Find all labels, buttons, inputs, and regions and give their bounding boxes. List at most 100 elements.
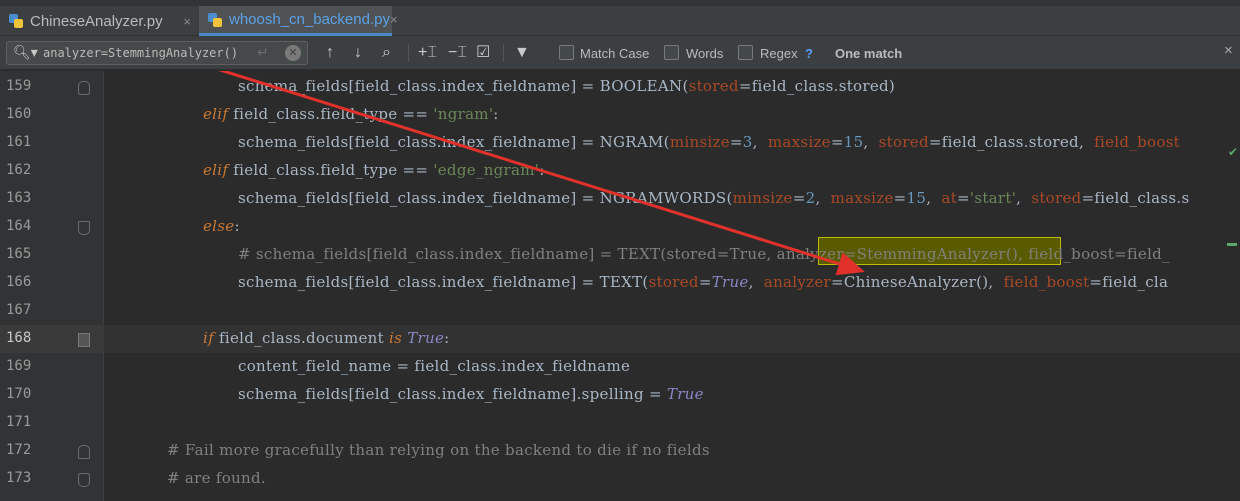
code-line[interactable]: 164 else: [0,213,1240,241]
code-line[interactable]: 160 elif field_class.field_type == 'ngram… [0,101,1240,129]
remove-occurrence-icon[interactable]: −⌶ [448,43,467,63]
line-number-area[interactable]: 166 [0,269,104,297]
code-token: schema_fields[field_class.index_fieldnam… [238,133,670,151]
code-text[interactable]: elif field_class.field_type == 'ngram': [203,105,499,123]
line-number-area[interactable]: 167 [0,297,104,325]
code-line[interactable]: 162 elif field_class.field_type == 'edge_… [0,157,1240,185]
code-token: =field_class.stored) [738,77,896,95]
line-number-area[interactable]: 161 [0,129,104,157]
code-token: maxsize [830,189,894,207]
match-case-checkbox[interactable] [559,45,574,60]
filter-icon[interactable]: ▼ [514,43,530,63]
code-line[interactable]: 163 schema_fields[field_class.index_field… [0,185,1240,213]
line-number: 159 [6,78,32,94]
tab-close-icon[interactable]: × [183,14,191,29]
code-token: # Fail more gracefully than relying on t… [167,441,710,459]
code-editor[interactable]: 159 schema_fields[field_class.index_field… [0,71,1240,501]
fold-marker-icon[interactable] [78,221,90,235]
code-line[interactable]: 168 if field_class.document is True: [0,325,1240,353]
code-text[interactable]: # schema_fields[field_class.index_fieldn… [238,245,1170,263]
arrow-up-icon[interactable]: ↑ [326,43,334,63]
code-line[interactable]: 159 schema_fields[field_class.index_field… [0,73,1240,101]
line-number-area[interactable]: 172 [0,437,104,465]
regex-checkbox[interactable] [738,45,753,60]
code-token: else [203,217,235,235]
code-token: field_boost [1094,133,1180,151]
tab-close-icon[interactable]: × [390,12,398,27]
code-line[interactable]: 171 [0,409,1240,437]
code-token: : [234,217,240,235]
fold-marker-icon[interactable] [78,473,90,487]
code-line[interactable]: 169 content_field_name = field_class.inde… [0,353,1240,381]
code-token: , [926,189,942,207]
line-number-area[interactable]: 159 [0,73,104,101]
arrow-down-icon[interactable]: ↓ [354,43,362,63]
fold-marker-icon[interactable] [78,445,90,459]
code-line[interactable]: 172 # Fail more gracefully than relying o… [0,437,1240,465]
code-line[interactable]: 167 [0,297,1240,325]
code-text[interactable]: schema_fields[field_class.index_fieldnam… [238,77,895,95]
line-number-area[interactable]: 169 [0,353,104,381]
code-text[interactable]: schema_fields[field_class.index_fieldnam… [238,273,1168,291]
code-line[interactable]: 170 schema_fields[field_class.index_field… [0,381,1240,409]
line-number-area[interactable]: 163 [0,185,104,213]
code-text[interactable]: else: [203,217,240,235]
code-text[interactable]: elif field_class.field_type == 'edge_ngr… [203,161,545,179]
code-line[interactable]: 165 # schema_fields[field_class.index_fie… [0,241,1240,269]
regex-help-link[interactable]: ? [805,46,813,61]
clear-icon[interactable]: ✕ [285,45,301,61]
line-number-area[interactable]: 164 [0,213,104,241]
ide-window: ChineseAnalyzer.py × whoosh_cn_backend.p… [0,0,1240,501]
search-icon[interactable]: 🔍︎▾ [13,44,38,61]
code-line[interactable]: 161 schema_fields[field_class.index_field… [0,129,1240,157]
code-token: minsize [669,133,730,151]
find-all-icon[interactable]: ⌕ [382,43,391,63]
code-token: =ChineseAnalyzer(), [831,273,1004,291]
code-line[interactable]: 166 schema_fields[field_class.index_field… [0,269,1240,297]
code-token: True [711,273,749,291]
code-text[interactable]: schema_fields[field_class.index_fieldnam… [238,385,704,403]
newline-icon[interactable]: ↵ [257,44,269,61]
line-number-area[interactable]: 173 [0,465,104,493]
change-marker[interactable] [1227,243,1237,246]
line-number-area[interactable]: 170 [0,381,104,409]
code-text[interactable]: content_field_name = field_class.index_f… [238,357,630,375]
search-input[interactable] [43,44,249,62]
tab-whoosh-cn-backend[interactable]: whoosh_cn_backend.py × [199,6,398,36]
breakpoint-fold-icon[interactable] [78,333,90,347]
code-token: : [493,105,499,123]
select-all-occurrences-icon[interactable]: ☑ [476,43,490,63]
code-text[interactable]: # are found. [167,469,266,487]
regex-label[interactable]: Regex [760,46,798,61]
code-text[interactable]: if field_class.document is True: [203,329,449,347]
code-token: = [957,189,970,207]
fold-marker-icon[interactable] [78,81,90,95]
tab-chineseanalyzer[interactable]: ChineseAnalyzer.py × [0,6,199,36]
code-line[interactable]: 173 # are found. [0,465,1240,493]
code-token: 3 [742,133,753,151]
code-text[interactable]: schema_fields[field_class.index_fieldnam… [238,133,1180,151]
python-file-icon [207,12,223,28]
words-checkbox[interactable] [664,45,679,60]
line-number-area[interactable]: 160 [0,101,104,129]
code-token: , [752,133,768,151]
code-text[interactable]: # Fail more gracefully than relying on t… [167,441,710,459]
line-number: 167 [6,302,32,318]
code-token: stored [1031,189,1082,207]
line-number-area[interactable]: 165 [0,241,104,269]
line-number-area[interactable]: 162 [0,157,104,185]
close-find-icon[interactable]: × [1224,42,1233,59]
line-number-area[interactable]: 168 [0,325,104,353]
line-number: 162 [6,162,32,178]
line-number: 164 [6,218,32,234]
code-token: 'start' [969,189,1017,207]
words-label[interactable]: Words [686,46,723,61]
code-token: schema_fields[field_class.index_fieldnam… [238,77,689,95]
tab-label: ChineseAnalyzer.py [30,12,163,30]
match-case-label[interactable]: Match Case [580,46,649,61]
add-occurrence-icon[interactable]: +⌶ [418,43,437,63]
code-text[interactable]: schema_fields[field_class.index_fieldnam… [238,189,1189,207]
search-field[interactable]: 🔍︎▾ ↵ ✕ [6,41,308,65]
line-number: 160 [6,106,32,122]
line-number-area[interactable]: 171 [0,409,104,437]
